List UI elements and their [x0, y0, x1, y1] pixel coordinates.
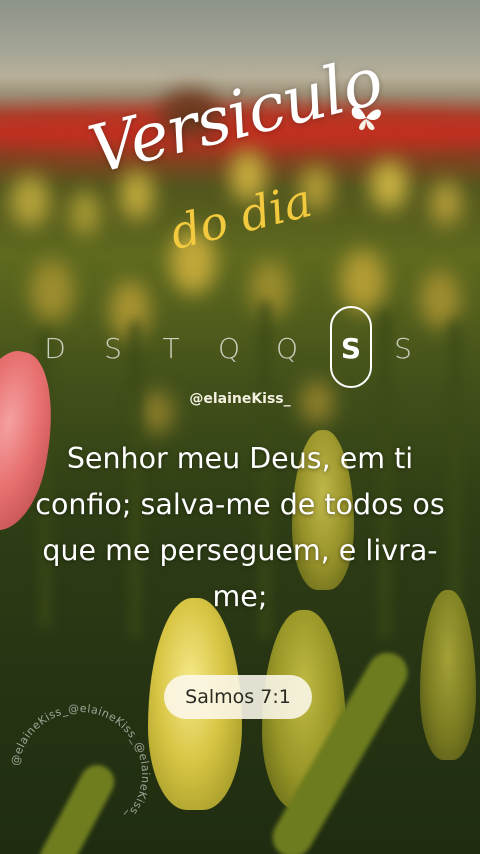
circular-watermark: @elaineKiss_@elaineKiss_@elaineKiss_ — [8, 702, 152, 823]
verse-of-the-day-card: Versiculo do dia D S T Q Q S S @elaineKi… — [0, 0, 480, 854]
day-wednesday[interactable]: Q — [214, 332, 244, 365]
butterfly-icon — [351, 106, 381, 130]
day-friday[interactable]: S — [336, 332, 366, 365]
watermark-text: @elaineKiss_@elaineKiss_@elaineKiss_ — [8, 702, 151, 823]
day-monday[interactable]: S — [98, 332, 128, 365]
author-handle: @elaineKiss_ — [189, 391, 291, 407]
verse-text: Senhor meu Deus, em ti confio; salva-me … — [35, 442, 445, 613]
day-tuesday[interactable]: T — [156, 332, 186, 365]
day-saturday[interactable]: S — [388, 332, 418, 365]
svg-text:@elaineKiss_@elaineKiss_@elain: @elaineKiss_@elaineKiss_@elaineKiss_ — [8, 702, 152, 823]
day-sunday[interactable]: D — [40, 332, 70, 365]
weekday-selector: D S T Q Q S S — [40, 306, 440, 388]
verse-reference: Salmos 7:1 — [164, 675, 312, 719]
day-thursday[interactable]: Q — [272, 332, 302, 365]
